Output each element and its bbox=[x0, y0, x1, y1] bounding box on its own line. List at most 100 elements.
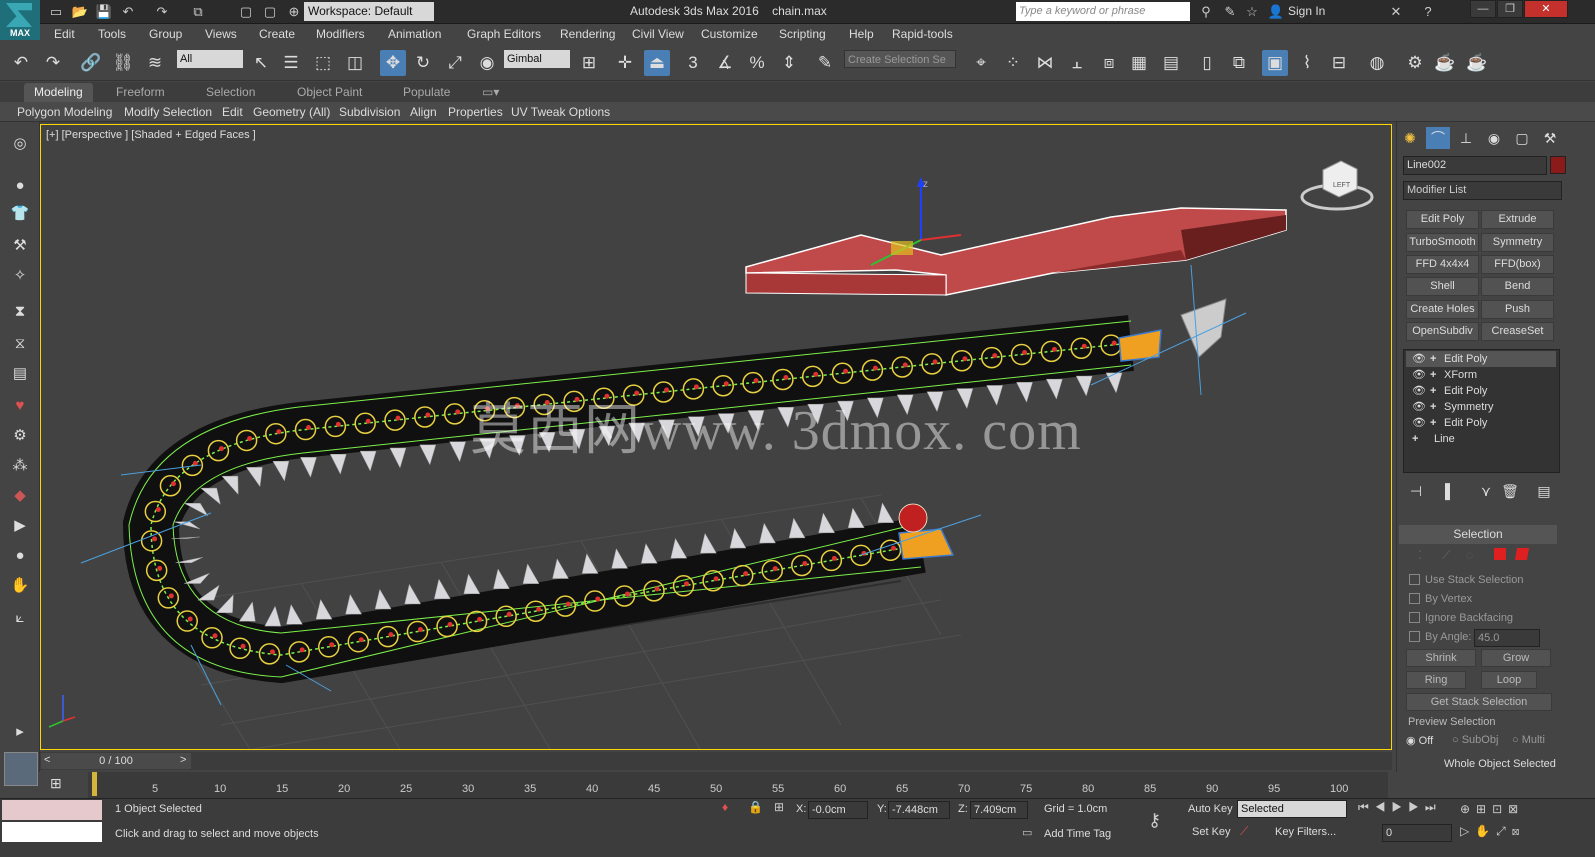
menu-help[interactable]: Help bbox=[849, 27, 874, 41]
cog-tool-icon[interactable]: ⚙ bbox=[8, 424, 32, 448]
pivot-center-icon[interactable]: ⊞ bbox=[576, 50, 602, 76]
expand-icon[interactable]: + bbox=[1430, 351, 1436, 367]
particle-icon[interactable]: ✧ bbox=[8, 264, 32, 288]
y-coord-field[interactable]: -7.448cm bbox=[888, 801, 950, 819]
menu-rapid-tools[interactable]: Rapid-tools bbox=[892, 27, 953, 41]
shirt-icon[interactable]: 👕 bbox=[8, 202, 32, 226]
mod-symmetry-button[interactable]: Symmetry bbox=[1481, 233, 1554, 252]
ribbon-toggle-icon[interactable]: ▯ bbox=[1194, 50, 1220, 76]
polygon-icon[interactable] bbox=[1494, 548, 1506, 560]
restore-button[interactable]: ❐ bbox=[1497, 0, 1523, 18]
new-file-icon[interactable]: ▭ bbox=[46, 3, 66, 21]
x-exchange-icon[interactable]: ✕ bbox=[1386, 3, 1406, 21]
window-crossing-icon[interactable]: ◫ bbox=[342, 50, 368, 76]
time-slider-track[interactable] bbox=[40, 752, 1392, 770]
binoculars-icon[interactable]: ⚲ bbox=[1196, 3, 1216, 21]
isolate-icon[interactable]: ♦ bbox=[722, 800, 728, 814]
panel-uv-tweak[interactable]: UV Tweak Options bbox=[511, 105, 610, 119]
close-button[interactable]: ✕ bbox=[1524, 0, 1568, 18]
tab-modeling[interactable]: Modeling bbox=[24, 83, 93, 102]
stack-item[interactable]: 👁 + Edit Poly bbox=[1406, 351, 1556, 367]
bind-spacewarp-icon[interactable]: ≋ bbox=[142, 50, 168, 76]
preview-multi-radio[interactable]: ○ Multi bbox=[1512, 734, 1545, 746]
scale-icon[interactable]: ⤢ bbox=[442, 50, 468, 76]
schematic-icon[interactable]: ▤ bbox=[1158, 50, 1184, 76]
panel-modify-selection[interactable]: Modify Selection bbox=[124, 105, 212, 119]
circle-tool-icon[interactable]: ● bbox=[8, 544, 32, 568]
dope-sheet-icon[interactable]: ⊟ bbox=[1326, 50, 1352, 76]
graphite-icon[interactable]: ▣ bbox=[1262, 50, 1288, 76]
snap-toggle-icon[interactable]: 3 bbox=[680, 50, 706, 76]
motion-tab-icon[interactable]: ◉ bbox=[1482, 127, 1506, 149]
panel-polygon-modeling[interactable]: Polygon Modeling bbox=[17, 105, 112, 119]
layer-explorer-icon[interactable]: ⧈ bbox=[1096, 50, 1122, 76]
by-angle-checkbox[interactable]: By Angle: bbox=[1409, 631, 1471, 645]
move-icon[interactable]: ✥ bbox=[380, 50, 406, 76]
edge-icon[interactable]: ⟋ bbox=[1442, 548, 1450, 563]
time-tag-icon[interactable]: ▭ bbox=[1022, 826, 1032, 839]
scene-explorer-icon[interactable]: ◎ bbox=[8, 132, 32, 156]
expand-icon[interactable]: + bbox=[1430, 415, 1436, 431]
checker-icon[interactable]: ▦ bbox=[1126, 50, 1152, 76]
add-time-tag[interactable]: Add Time Tag bbox=[1044, 828, 1111, 840]
ribbon-options-icon[interactable]: ▭▾ bbox=[482, 85, 499, 99]
eye-icon[interactable]: 👁 bbox=[1412, 415, 1426, 431]
menu-views[interactable]: Views bbox=[205, 27, 237, 41]
prev-frame-icon[interactable]: < bbox=[44, 754, 50, 766]
search-input[interactable]: Type a keyword or phrase bbox=[1016, 2, 1190, 21]
exchange-icon[interactable]: ✎ bbox=[1220, 3, 1240, 21]
layers-icon[interactable]: ⧉ bbox=[1226, 50, 1252, 76]
pin-stack-icon[interactable]: ⊣ bbox=[1404, 480, 1428, 502]
stack-item[interactable]: 👁 + XForm bbox=[1406, 367, 1556, 383]
preview-subobj-radio[interactable]: ○ SubObj bbox=[1452, 734, 1498, 746]
redo-icon[interactable]: ↷ bbox=[40, 50, 66, 76]
mod-shell-button[interactable]: Shell bbox=[1406, 277, 1479, 296]
axis-tool-icon[interactable]: ⟀ bbox=[8, 606, 32, 630]
mirror2-icon[interactable]: ⋈ bbox=[1032, 50, 1058, 76]
open-file-icon[interactable]: 📂 bbox=[70, 3, 90, 21]
absolute-mode-icon[interactable]: ⊞ bbox=[774, 800, 784, 814]
select-manipulate-icon[interactable]: ✛ bbox=[612, 50, 638, 76]
modifier-list-dropdown[interactable]: Modifier List bbox=[1403, 181, 1562, 200]
ribbon-tool-icon[interactable]: ◆ bbox=[8, 484, 32, 508]
redo-icon[interactable]: ↷ bbox=[152, 3, 172, 21]
time-slider[interactable]: 0 / 100 bbox=[41, 753, 191, 769]
viewport-label[interactable]: [+] [Perspective ] [Shaded + Edged Faces… bbox=[46, 129, 256, 141]
tab-freeform[interactable]: Freeform bbox=[116, 85, 165, 99]
mod-creaseset-button[interactable]: CreaseSet bbox=[1481, 322, 1554, 341]
lock-icon[interactable]: 🔒 bbox=[748, 800, 763, 814]
sphere-icon[interactable]: ● bbox=[8, 174, 32, 198]
stack-item[interactable]: + Line bbox=[1406, 431, 1556, 447]
expand-icon[interactable]: + bbox=[1430, 399, 1436, 415]
mod-create-holes-button[interactable]: Create Holes bbox=[1406, 300, 1479, 319]
menu-rendering[interactable]: Rendering bbox=[560, 27, 615, 41]
object-color-swatch[interactable] bbox=[1550, 156, 1566, 174]
menu-customize[interactable]: Customize bbox=[701, 27, 758, 41]
eye-icon[interactable]: 👁 bbox=[1412, 367, 1426, 383]
use-stack-selection-checkbox[interactable]: Use Stack Selection bbox=[1409, 574, 1523, 588]
playback-controls[interactable]: ⏮◀▶▶⏭ bbox=[1358, 800, 1442, 815]
mirror-icon[interactable]: ⌖ bbox=[968, 50, 994, 76]
menu-modifiers[interactable]: Modifiers bbox=[316, 27, 365, 41]
panel-edit[interactable]: Edit bbox=[222, 105, 243, 119]
key-filters-button[interactable]: Key Filters... bbox=[1275, 826, 1336, 838]
mod-ffd444-button[interactable]: FFD 4x4x4 bbox=[1406, 255, 1479, 274]
mini-listener[interactable] bbox=[4, 752, 38, 786]
angle-snap-icon[interactable]: ∡ bbox=[712, 50, 738, 76]
grow-button[interactable]: Grow bbox=[1481, 649, 1551, 667]
tab-populate[interactable]: Populate bbox=[403, 85, 450, 99]
stack-item[interactable]: 👁 + Symmetry bbox=[1406, 399, 1556, 415]
render-setup-icon[interactable]: ⚙ bbox=[1402, 50, 1428, 76]
current-frame-field[interactable]: 0 bbox=[1382, 824, 1452, 842]
user-icon[interactable]: 👤 bbox=[1266, 3, 1286, 21]
star-icon[interactable]: ☆ bbox=[1242, 3, 1262, 21]
viewcube[interactable]: LEFT bbox=[1300, 160, 1374, 211]
configure-sets-icon[interactable]: ▤ bbox=[1532, 480, 1556, 502]
array-icon[interactable]: ⁘ bbox=[1000, 50, 1026, 76]
x-coord-field[interactable]: -0.0cm bbox=[808, 801, 868, 819]
eye-icon[interactable]: 👁 bbox=[1412, 383, 1426, 399]
menu-civil-view[interactable]: Civil View bbox=[632, 27, 684, 41]
border-icon[interactable]: ◌ bbox=[1466, 548, 1473, 562]
undo-icon[interactable]: ↶ bbox=[118, 3, 138, 21]
minimize-button[interactable]: — bbox=[1470, 0, 1496, 18]
